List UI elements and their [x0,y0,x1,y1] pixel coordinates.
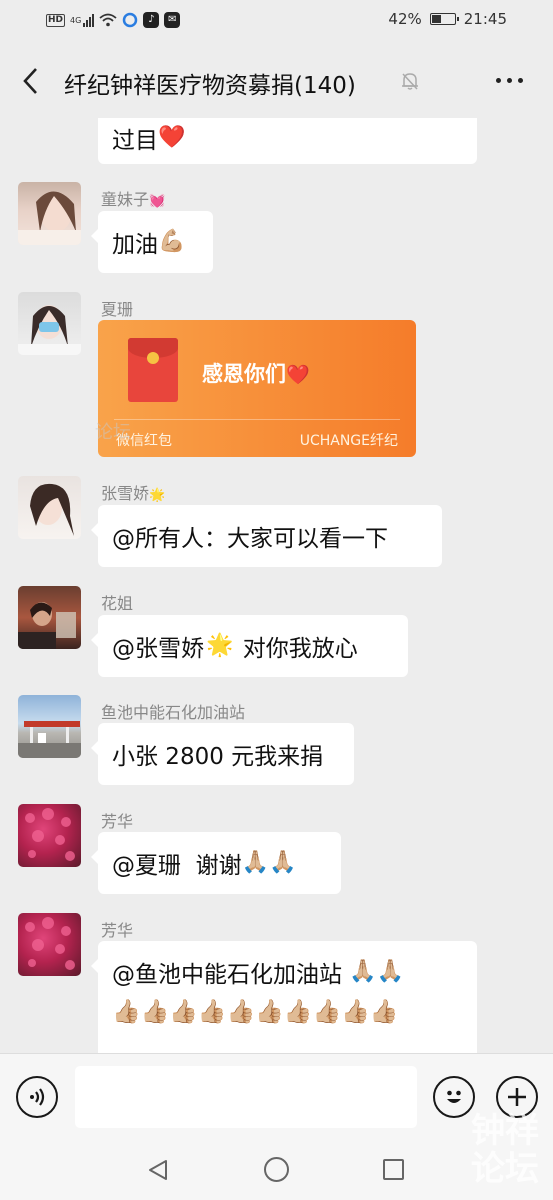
message-emoji: ❤️ [158,125,186,150]
message-text: 小张 2800 元我来捐 [112,744,324,770]
avatar-image [18,305,81,355]
message-input[interactable] [75,1066,417,1128]
sender-name: 芳华 [101,812,134,831]
message-list[interactable]: 过目 ❤️ 童妹子💓 加油 💪🏼 夏珊 感恩你们❤️ 微信红包 UCHANGE纤… [0,118,553,1053]
status-right: 42% 21:45 [388,10,507,28]
signal-icon [83,13,95,27]
sender-name: 童妹子💓 [101,190,166,209]
avatar-image [18,721,81,758]
nav-back-icon[interactable] [146,1158,170,1182]
red-packet-brand: UCHANGE纤纪 [299,433,398,449]
circle-app-icon [123,12,138,28]
red-envelope-icon [128,338,178,402]
nav-home-icon[interactable] [264,1157,289,1182]
chat-header: 纤纪钟祥医疗物资募捐(140) [0,44,553,118]
message-text: @所有人：大家可以看一下 [112,526,388,552]
avatar-image [18,191,81,245]
message-bubble[interactable]: 过目 ❤️ [98,118,477,164]
avatar[interactable] [18,804,81,867]
battery-percent: 42% [388,10,422,28]
avatar[interactable] [18,913,81,976]
message-text: @夏珊 谢谢 [112,853,242,879]
battery-icon [429,13,459,25]
smiley-icon [447,1090,461,1103]
message-bubble[interactable]: @所有人：大家可以看一下 [91,505,442,567]
sender-name: 芳华 [101,921,134,940]
avatar[interactable] [18,476,81,539]
more-options-button[interactable] [496,78,523,83]
wifi-icon [99,13,117,27]
sender-name: 张雪娇🌟 [101,484,166,503]
status-left: HD 4G ♪ ✉ [46,12,181,28]
back-icon[interactable] [20,66,42,96]
message-text: 加油 [112,232,158,258]
watermark: 钟祥论坛 [471,1111,539,1189]
sender-name: 鱼池中能石化加油站 [101,703,246,722]
message-text: 过目 [112,128,158,154]
watermark-overlay: 论坛 [95,422,131,443]
thumbs-up-row: 👍🏼👍🏼👍🏼👍🏼👍🏼👍🏼👍🏼👍🏼👍🏼👍🏼 [112,999,399,1025]
avatar-image [18,602,76,649]
message-text: @鱼池中能石化加油站 [112,962,350,988]
message-emoji: 💪🏼 [158,229,186,254]
chat-title: 纤纪钟祥医疗物资募捐(140) [64,73,356,99]
mute-bell-icon [402,73,418,90]
avatar[interactable] [18,586,81,649]
red-packet-card[interactable]: 感恩你们❤️ 微信红包 UCHANGE纤纪 [98,320,416,457]
emoji-button[interactable] [433,1076,475,1118]
plus-icon [508,1088,526,1106]
message-bubble[interactable]: 加油 💪🏼 [91,211,213,273]
message-bubble[interactable]: 小张 2800 元我来捐 [91,723,354,785]
message-bubble[interactable]: @张雪娇 🌟 对你我放心 [91,615,408,677]
message-text-tail: 对你我放心 [235,636,358,662]
sender-name: 花姐 [101,594,134,613]
red-packet-message: 感恩你们❤️ [202,362,310,386]
avatar-image [25,808,75,861]
avatar[interactable] [18,695,81,758]
network-type: 4G [70,15,82,25]
clock: 21:45 [463,10,507,28]
avatar-image [30,483,74,536]
voice-button[interactable] [16,1076,58,1118]
hd-badge: HD [46,13,66,27]
message-text: @张雪娇 [112,636,204,662]
divider [114,419,400,420]
sender-name: 夏珊 [101,300,134,319]
mail-icon: ✉ [164,12,181,28]
voice-icon [30,1088,45,1106]
message-bubble[interactable]: @鱼池中能石化加油站 🙏🏼🙏🏼 👍🏼👍🏼👍🏼👍🏼👍🏼👍🏼👍🏼👍🏼👍🏼👍🏼 [91,941,477,1053]
avatar[interactable] [18,292,81,355]
tiktok-icon: ♪ [143,12,160,28]
message-bubble[interactable]: @夏珊 谢谢 🙏🏼🙏🏼 [91,832,341,894]
status-bar: HD 4G ♪ ✉ 42% 21:45 [0,0,553,44]
avatar[interactable] [18,182,81,245]
message-emoji: 🙏🏼🙏🏼 [241,850,297,875]
nav-recents-icon[interactable] [383,1159,404,1180]
star-emoji: 🌟 [206,633,234,658]
avatar-image [25,917,75,970]
message-emoji: 🙏🏼🙏🏼 [349,959,405,984]
